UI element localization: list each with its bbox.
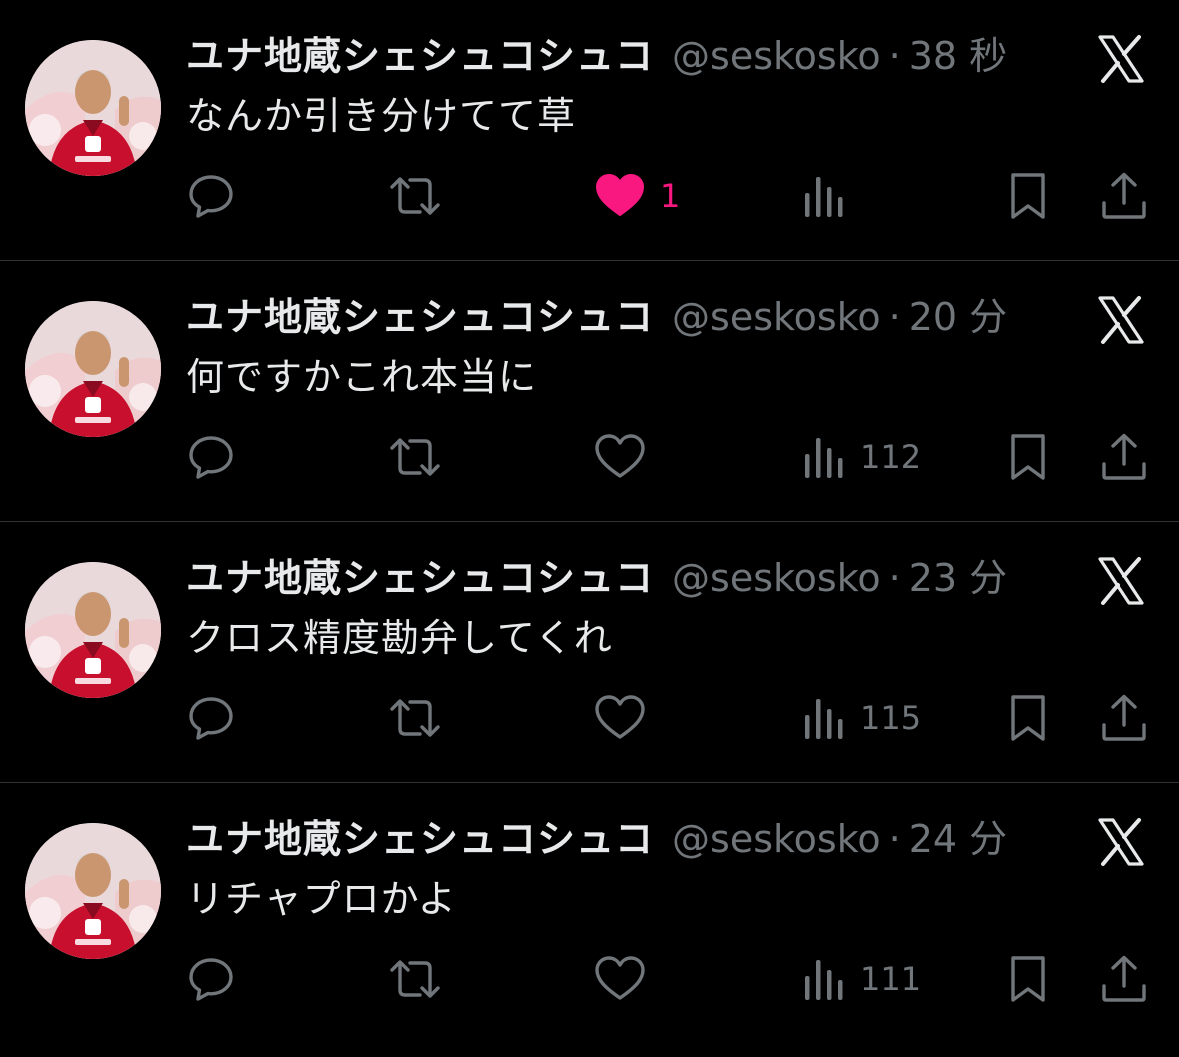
tweet-header: ユナ地蔵シェシュコシュコ @seskosko · 38 秒 (186, 28, 1007, 84)
x-logo-icon (1096, 34, 1146, 84)
reply-button[interactable] (186, 427, 236, 487)
avatar[interactable] (25, 301, 161, 437)
separator-dot: · (888, 817, 901, 861)
retweet-icon (390, 177, 440, 215)
share-button[interactable] (1100, 949, 1148, 1009)
tweet-text: クロス精度勘弁してくれ (186, 616, 613, 660)
retweet-button[interactable] (388, 949, 442, 1009)
separator-dot: · (888, 295, 901, 339)
views-icon (805, 699, 843, 739)
reply-button[interactable] (186, 688, 236, 748)
tweet-header: ユナ地蔵シェシュコシュコ @seskosko · 23 分 (186, 550, 1007, 606)
user-handle[interactable]: @seskosko (672, 289, 881, 345)
share-icon (1102, 433, 1146, 480)
bookmark-button[interactable] (1006, 949, 1050, 1009)
user-handle[interactable]: @seskosko (672, 811, 881, 867)
separator-dot: · (888, 34, 901, 78)
retweet-icon (390, 438, 440, 476)
like-button[interactable] (594, 949, 660, 1009)
like-icon (595, 956, 645, 1000)
reply-button[interactable] (186, 949, 236, 1009)
like-icon (595, 695, 645, 739)
retweet-icon (390, 699, 440, 737)
share-icon (1102, 955, 1146, 1002)
share-button[interactable] (1100, 427, 1148, 487)
timestamp[interactable]: 23 分 (909, 550, 1007, 606)
reply-icon (189, 958, 233, 1001)
display-name[interactable]: ユナ地蔵シェシュコシュコ (186, 550, 654, 606)
tweet[interactable]: ユナ地蔵シェシュコシュコ @seskosko · 20 分 何ですかこれ本当に (0, 261, 1179, 521)
tweet-header: ユナ地蔵シェシュコシュコ @seskosko · 24 分 (186, 811, 1007, 867)
views-button[interactable]: 112 (800, 427, 921, 487)
like-button[interactable] (594, 427, 660, 487)
avatar[interactable] (25, 823, 161, 959)
bookmark-icon (1011, 956, 1045, 1002)
views-icon (805, 177, 843, 217)
display-name[interactable]: ユナ地蔵シェシュコシュコ (186, 289, 654, 345)
x-logo-icon (1096, 556, 1146, 606)
share-button[interactable] (1100, 688, 1148, 748)
tweet-text: 何ですかこれ本当に (186, 355, 538, 399)
action-bar: 112 (0, 427, 1179, 487)
user-handle[interactable]: @seskosko (672, 550, 881, 606)
tweet-text: リチャプロかよ (186, 877, 457, 921)
timestamp[interactable]: 24 分 (909, 811, 1007, 867)
avatar[interactable] (25, 40, 161, 176)
views-button[interactable]: 111 (800, 949, 921, 1009)
retweet-button[interactable] (388, 427, 442, 487)
views-icon (805, 960, 843, 1000)
view-count: 112 (860, 438, 922, 476)
like-button[interactable] (594, 688, 660, 748)
retweet-icon (390, 960, 440, 998)
tweet-text: なんか引き分けてて草 (186, 94, 577, 138)
view-count: 115 (860, 699, 922, 737)
avatar[interactable] (25, 562, 161, 698)
x-logo-icon (1096, 817, 1146, 867)
tweet[interactable]: ユナ地蔵シェシュコシュコ @seskosko · 24 分 リチャプロかよ 11… (0, 783, 1179, 1043)
like-icon (595, 434, 645, 478)
tweet[interactable]: ユナ地蔵シェシュコシュコ @seskosko · 38 秒 なんか引き分けてて草 (0, 0, 1179, 260)
reply-button[interactable] (186, 166, 236, 226)
timestamp[interactable]: 38 秒 (909, 28, 1007, 84)
retweet-button[interactable] (388, 166, 442, 226)
view-count: 111 (860, 960, 922, 998)
timeline-feed: ユナ地蔵シェシュコシュコ @seskosko · 38 秒 なんか引き分けてて草 (0, 0, 1179, 1057)
action-bar: 111 (0, 949, 1179, 1009)
views-icon (805, 438, 843, 478)
action-bar: 1 (0, 166, 1179, 226)
bookmark-icon (1011, 173, 1045, 219)
views-button[interactable]: 115 (800, 688, 921, 748)
like-button[interactable]: 1 (594, 166, 680, 226)
reply-icon (189, 697, 233, 740)
display-name[interactable]: ユナ地蔵シェシュコシュコ (186, 811, 654, 867)
like-icon (595, 173, 645, 217)
bookmark-button[interactable] (1006, 427, 1050, 487)
bookmark-icon (1011, 434, 1045, 480)
action-bar: 115 (0, 688, 1179, 748)
share-icon (1102, 694, 1146, 741)
share-icon (1102, 172, 1146, 219)
reply-icon (189, 175, 233, 218)
x-logo-icon (1096, 295, 1146, 345)
views-button[interactable] (800, 166, 860, 226)
tweet[interactable]: ユナ地蔵シェシュコシュコ @seskosko · 23 分 クロス精度勘弁してく… (0, 522, 1179, 782)
separator-dot: · (888, 556, 901, 600)
bookmark-button[interactable] (1006, 688, 1050, 748)
bookmark-icon (1011, 695, 1045, 741)
retweet-button[interactable] (388, 688, 442, 748)
tweet-header: ユナ地蔵シェシュコシュコ @seskosko · 20 分 (186, 289, 1007, 345)
user-handle[interactable]: @seskosko (672, 28, 881, 84)
timestamp[interactable]: 20 分 (909, 289, 1007, 345)
bookmark-button[interactable] (1006, 166, 1050, 226)
share-button[interactable] (1100, 166, 1148, 226)
like-count: 1 (660, 177, 681, 215)
display-name[interactable]: ユナ地蔵シェシュコシュコ (186, 28, 654, 84)
reply-icon (189, 436, 233, 479)
